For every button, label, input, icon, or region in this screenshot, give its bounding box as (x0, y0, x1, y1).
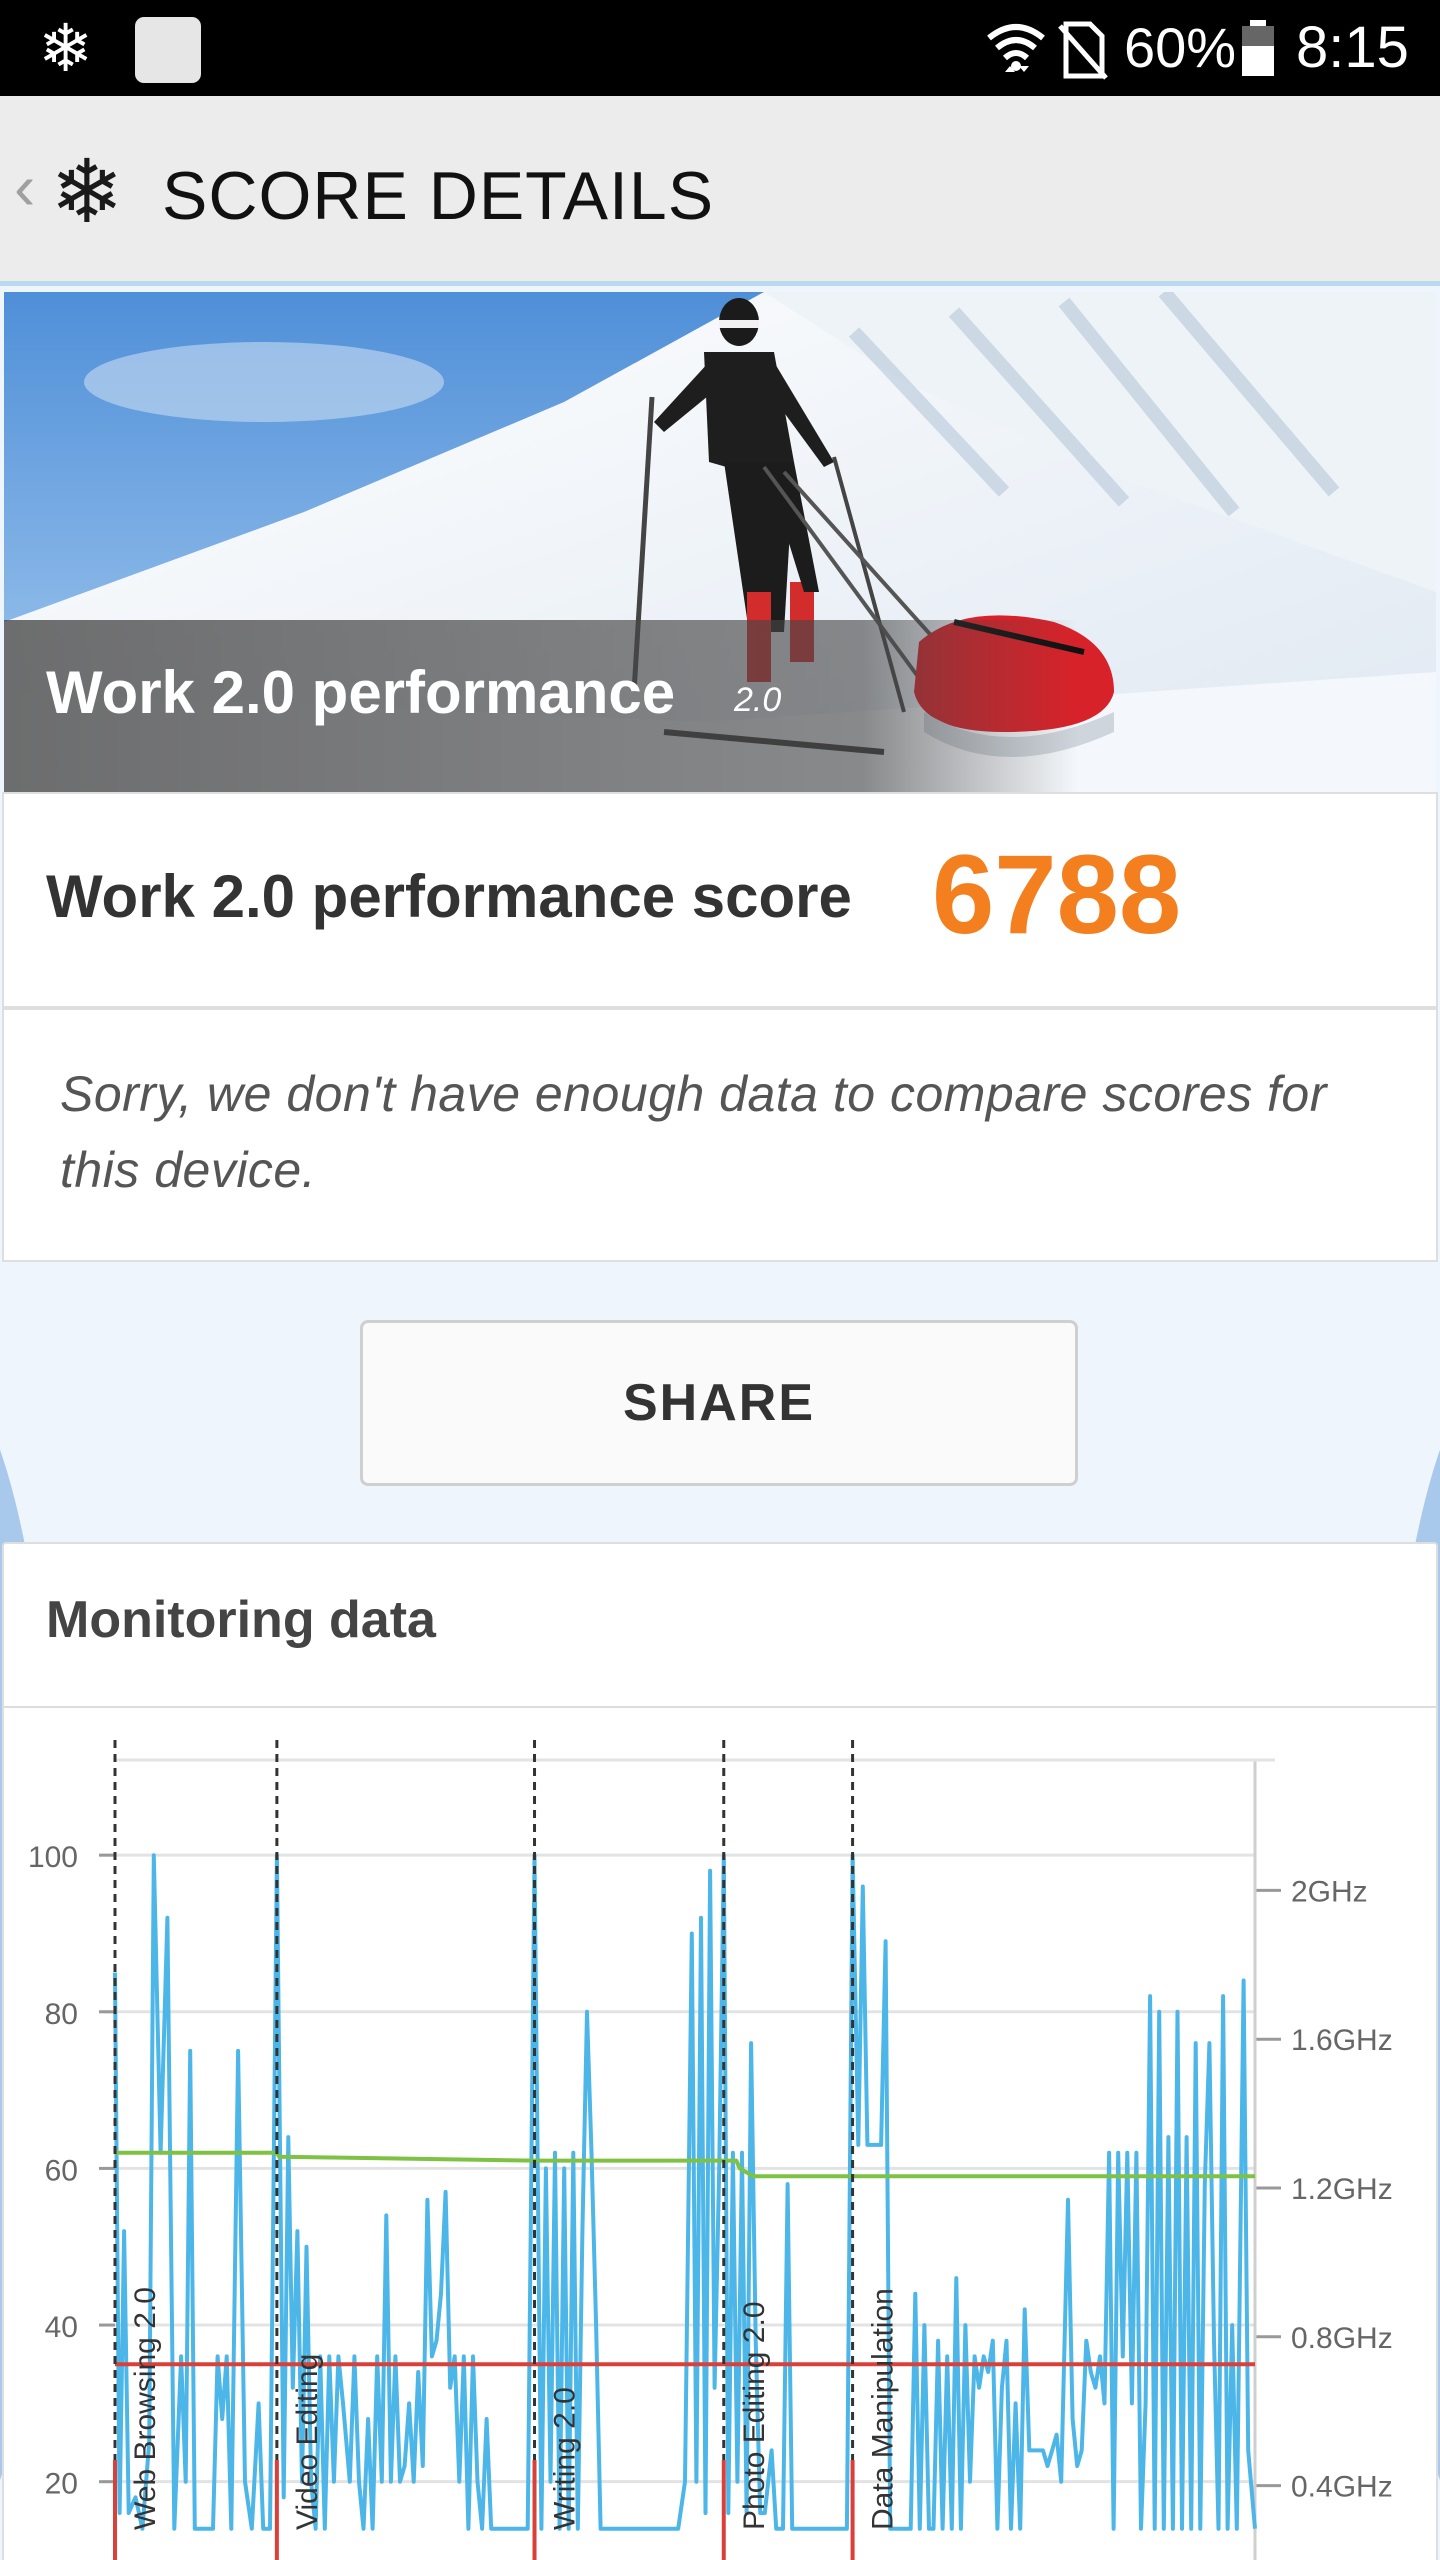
back-icon[interactable]: ‹ (14, 152, 35, 222)
section-label: Web Browsing 2.0 (129, 2287, 162, 2530)
app-bar: ‹ ❄ SCORE DETAILS (0, 96, 1440, 286)
hero-banner: Work 2.0 performance 2.0 (4, 292, 1436, 792)
section-label: Photo Editing 2.0 (738, 2301, 771, 2530)
monitoring-heading: Monitoring data (46, 1591, 436, 1649)
section-label: Writing 2.0 (549, 2387, 582, 2530)
y-tick-label-left: 100 (28, 1841, 78, 1874)
series-line-0 (113, 1853, 1257, 2531)
score-card: Work 2.0 performance score 6788 (2, 792, 1438, 1008)
clock: 8:15 (1296, 15, 1409, 80)
y-tick-label-right: 0.8GHz (1291, 2322, 1393, 2355)
compare-message: Sorry, we don't have enough data to comp… (60, 1066, 1327, 1198)
y-tick-label-left: 80 (45, 1998, 78, 2031)
compare-card: Sorry, we don't have enough data to comp… (2, 1008, 1438, 1262)
snowflake-icon: ❄ (38, 10, 94, 87)
page-title: SCORE DETAILS (162, 158, 715, 234)
y-tick-label-left: 40 (45, 2311, 78, 2344)
y-tick-label-right: 1.2GHz (1291, 2173, 1393, 2206)
monitoring-chart: 20 40 60 80 100 0.4GHz 0.8GHz 1.2GHz 1.6GHz 2GHz W… (28, 1740, 1393, 2560)
y-tick-label-left: 20 (45, 2468, 78, 2501)
y-tick-label-right: 1.6GHz (1291, 2024, 1393, 2057)
wifi-icon (987, 24, 1045, 72)
hero-version: 2.0 (734, 681, 782, 719)
battery-percent: 60% (1124, 16, 1237, 79)
app-square-icon (135, 17, 201, 83)
no-sim-icon (1058, 21, 1108, 80)
score-label: Work 2.0 performance score (46, 863, 852, 930)
section-label: Video Editing (291, 2354, 324, 2530)
y-tick-label-left: 60 (45, 2154, 78, 2187)
battery-icon (1242, 20, 1274, 76)
y-tick-label-right: 2GHz (1291, 1875, 1368, 1908)
section-label: Data Manipulation (867, 2288, 900, 2530)
snowflake-logo-icon: ❄ (50, 140, 124, 243)
status-bar: ❄ 60% 8:15 (0, 0, 1440, 96)
share-button[interactable]: SHARE (360, 1320, 1078, 1486)
hero-title: Work 2.0 performance (46, 659, 676, 726)
y-tick-label-right: 0.4GHz (1291, 2471, 1393, 2504)
monitoring-divider (4, 1706, 1436, 1708)
score-value: 6788 (932, 832, 1182, 957)
